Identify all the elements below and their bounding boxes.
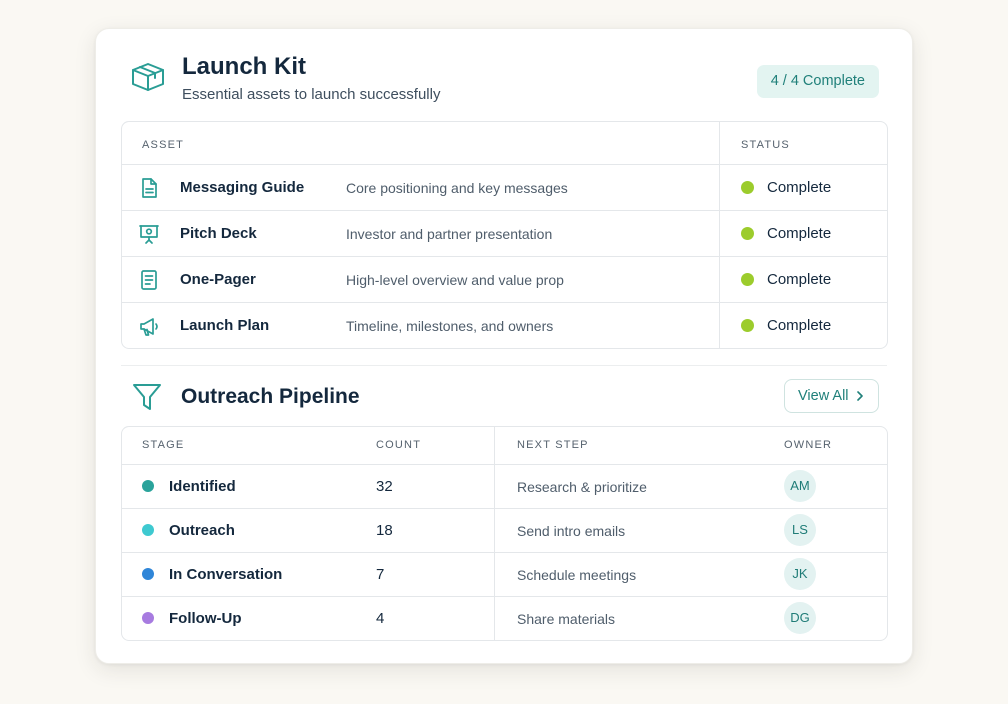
status-dot [741, 319, 754, 332]
stage-dot [142, 524, 154, 536]
status-label: Complete [767, 225, 832, 242]
table-row[interactable]: Pitch Deck Investor and partner presenta… [122, 210, 887, 256]
launch-kit-card: Launch Kit Essential assets to launch su… [95, 28, 913, 664]
table-row[interactable]: One-Pager High-level overview and value … [122, 256, 887, 302]
one-pager-icon [141, 270, 157, 290]
asset-description: Timeline, milestones, and owners [346, 318, 554, 334]
asset-description: Investor and partner presentation [346, 226, 553, 242]
stage-count: 32 [376, 478, 393, 495]
asset-name: Pitch Deck [180, 225, 257, 242]
funnel-icon [133, 384, 161, 410]
stage-column-header: STAGE [142, 439, 185, 451]
next-step: Research & prioritize [517, 479, 647, 495]
owner-avatar[interactable]: DG [784, 602, 816, 634]
launch-kit-header: Launch Kit Essential assets to launch su… [96, 29, 912, 119]
asset-description: High-level overview and value prop [346, 272, 564, 288]
chevron-right-icon [857, 391, 863, 401]
page-title: Launch Kit [182, 53, 306, 80]
status-dot [741, 227, 754, 240]
count-column-header: COUNT [376, 439, 422, 451]
next-step: Send intro emails [517, 523, 626, 539]
asset-name: One-Pager [180, 271, 256, 288]
stage-dot [142, 568, 154, 580]
table-row[interactable]: Launch Plan Timeline, milestones, and ow… [122, 302, 887, 348]
table-row[interactable]: In Conversation 7 Schedule meetings JK [122, 552, 887, 596]
owner-avatar[interactable]: LS [784, 514, 816, 546]
table-row[interactable]: Messaging Guide Core positioning and key… [122, 164, 887, 210]
megaphone-icon [140, 318, 158, 336]
stage-name: Outreach [169, 522, 235, 539]
assets-table: ASSET STATUS Messaging Guide Core positi… [121, 121, 888, 349]
pipeline-table: STAGE COUNT NEXT STEP OWNER Identified 3… [121, 426, 888, 641]
status-dot [741, 181, 754, 194]
owner-column-header: OWNER [784, 439, 833, 451]
stage-count: 7 [376, 566, 385, 583]
stage-name: Follow-Up [169, 610, 242, 627]
status-column-header: STATUS [741, 139, 790, 151]
owner-avatar[interactable]: AM [784, 470, 816, 502]
view-all-label: View All [798, 388, 849, 404]
section-title: Outreach Pipeline [181, 385, 360, 408]
table-row[interactable]: Follow-Up 4 Share materials DG [122, 596, 887, 640]
status-label: Complete [767, 179, 832, 196]
status-dot [741, 273, 754, 286]
section-divider [121, 365, 887, 366]
next-step: Schedule meetings [517, 567, 637, 583]
next-step: Share materials [517, 611, 616, 627]
asset-name: Messaging Guide [180, 179, 305, 196]
owner-avatar[interactable]: JK [784, 558, 816, 590]
stage-name: In Conversation [169, 566, 283, 583]
asset-column-header: ASSET [142, 139, 185, 151]
page-subtitle: Essential assets to launch successfully [182, 86, 441, 103]
next-step-column-header: NEXT STEP [517, 439, 589, 451]
pipeline-header: Outreach Pipeline View All [96, 369, 912, 425]
stage-count: 4 [376, 610, 385, 627]
stage-dot [142, 480, 154, 492]
stage-dot [142, 612, 154, 624]
status-label: Complete [767, 271, 832, 288]
view-all-button[interactable]: View All [784, 379, 879, 413]
stage-name: Identified [169, 478, 236, 495]
asset-description: Core positioning and key messages [346, 180, 568, 196]
asset-name: Launch Plan [180, 317, 270, 334]
table-row[interactable]: Outreach 18 Send intro emails LS [122, 508, 887, 552]
package-box-icon [132, 63, 164, 91]
presentation-icon [139, 225, 159, 244]
completion-badge: 4 / 4 Complete [756, 65, 879, 98]
document-icon [142, 178, 157, 198]
status-label: Complete [767, 317, 832, 334]
table-row[interactable]: Identified 32 Research & prioritize AM [122, 464, 887, 508]
stage-count: 18 [376, 522, 393, 539]
